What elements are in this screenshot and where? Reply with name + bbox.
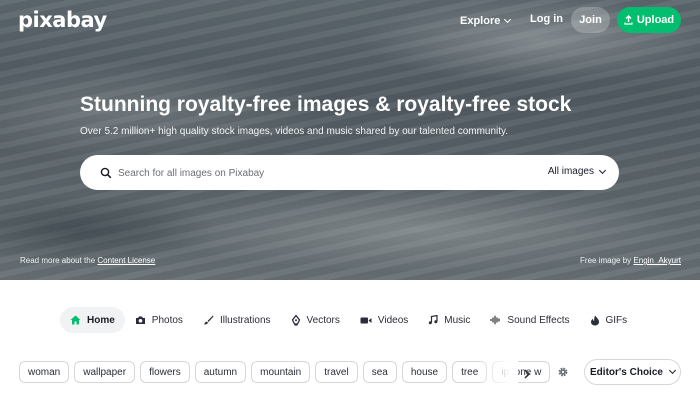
- tags-fade-overlay: [478, 358, 518, 386]
- tab-label: Home: [87, 314, 115, 326]
- gif-icon: [590, 315, 600, 326]
- tab-gifs[interactable]: GIFs: [580, 307, 638, 333]
- search-icon: [100, 166, 112, 184]
- login-link[interactable]: Log in: [530, 13, 563, 25]
- tag-chip[interactable]: house: [401, 361, 448, 383]
- tab-label: Illustrations: [219, 314, 271, 326]
- chevron-right-icon[interactable]: [523, 366, 531, 384]
- tab-label: GIFs: [605, 314, 628, 326]
- tab-label: Sound Effects: [507, 314, 570, 326]
- credit-prefix: Free image by: [580, 256, 632, 265]
- tag-chip[interactable]: autumn: [194, 361, 247, 383]
- upload-button[interactable]: Upload: [617, 7, 681, 33]
- gear-icon[interactable]: [557, 365, 569, 383]
- hero-subtitle: Over 5.2 million+ high quality stock ima…: [80, 126, 509, 137]
- tab-sound-effects[interactable]: Sound Effects: [480, 307, 579, 333]
- explore-label: Explore: [460, 15, 501, 27]
- media-type-label: All images: [547, 166, 594, 177]
- pen-nib-icon: [291, 314, 301, 326]
- chevron-down-icon: [598, 166, 607, 174]
- tag-chip[interactable]: flowers: [140, 361, 190, 383]
- category-tabs: Home Photos Illustrations Vectors Videos…: [60, 307, 637, 333]
- tab-illustrations[interactable]: Illustrations: [193, 307, 281, 333]
- upload-label: Upload: [636, 14, 675, 26]
- tab-label: Music: [444, 314, 471, 326]
- brush-icon: [203, 315, 214, 325]
- search-input[interactable]: [118, 164, 508, 182]
- sound-wave-icon: [490, 315, 501, 325]
- tag-chip[interactable]: woman: [19, 361, 70, 383]
- image-credit: Free image by Engin_Akyurt: [580, 256, 681, 265]
- hero-overlay: [0, 0, 700, 280]
- tab-music[interactable]: Music: [418, 307, 480, 333]
- chevron-down-icon: [668, 366, 677, 375]
- sort-dropdown[interactable]: Editor's Choice: [584, 359, 681, 385]
- license-note: Read more about the Content License: [20, 256, 155, 265]
- pixabay-logo[interactable]: pixabay: [18, 8, 107, 32]
- license-prefix: Read more about the: [20, 256, 96, 265]
- video-camera-icon: [360, 316, 372, 325]
- tag-chip[interactable]: sea: [362, 361, 397, 383]
- tab-vectors[interactable]: Vectors: [281, 307, 350, 333]
- search-bar: All images: [80, 155, 619, 190]
- credit-author-link[interactable]: Engin_Akyurt: [633, 256, 681, 265]
- content-license-link[interactable]: Content License: [97, 256, 155, 265]
- tab-label: Videos: [377, 314, 409, 326]
- tag-chip[interactable]: wallpaper: [74, 361, 136, 383]
- chevron-down-icon: [504, 15, 512, 24]
- explore-menu-button[interactable]: Explore: [460, 12, 512, 30]
- home-icon: [70, 315, 81, 325]
- tag-chip[interactable]: mountain: [251, 361, 311, 383]
- tag-suggestions: woman wallpaper flowers autumn mountain …: [19, 361, 551, 383]
- upload-icon: [624, 15, 633, 25]
- music-note-icon: [428, 315, 438, 325]
- tab-label: Vectors: [306, 314, 340, 326]
- tab-home[interactable]: Home: [60, 307, 125, 333]
- camera-icon: [135, 315, 146, 325]
- tab-photos[interactable]: Photos: [125, 307, 193, 333]
- sort-label: Editor's Choice: [590, 366, 663, 378]
- tab-label: Photos: [151, 314, 183, 326]
- tag-chip[interactable]: travel: [315, 361, 358, 383]
- hero-title: Stunning royalty-free images & royalty-f…: [80, 93, 572, 116]
- join-button[interactable]: Join: [571, 7, 610, 33]
- media-type-dropdown[interactable]: All images: [547, 166, 607, 177]
- hero-banner: pixabay Explore Log in Join Upload Stunn…: [0, 0, 700, 280]
- tab-videos[interactable]: Videos: [350, 307, 418, 333]
